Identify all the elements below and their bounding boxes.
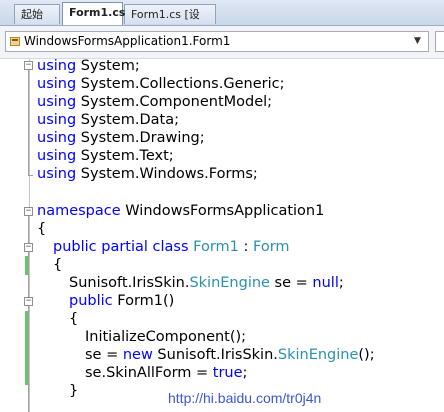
code-line-14: public Form1(): [69, 293, 175, 309]
collapse-icon[interactable]: −: [24, 61, 33, 70]
fold-end: [28, 175, 33, 176]
code-line-3: using System.ComponentModel;: [37, 94, 273, 110]
code-line-13: Sunisoft.IrisSkin.SkinEngine se = null;: [69, 275, 344, 291]
code-line-10: {: [37, 221, 47, 237]
collapse-icon[interactable]: −: [24, 207, 33, 216]
code-line-2: using System.Collections.Generic;: [37, 76, 285, 92]
code-line-18: se.SkinAllForm = true;: [85, 365, 248, 381]
code-line-6: using System.Text;: [37, 148, 174, 164]
code-line-1: using System;: [37, 58, 140, 74]
editor-margin-line: [29, 59, 30, 412]
watermark-url: http://hi.baidu.com/tr0j4n: [168, 390, 322, 406]
code-line-7: using System.Windows.Forms;: [37, 166, 258, 182]
code-line-9: namespace WindowsFormsApplication1: [37, 203, 325, 219]
code-line-12: {: [53, 257, 63, 273]
tab-form1-designer[interactable]: Form1.cs [设计]: [124, 4, 216, 41]
code-line-15: {: [69, 311, 79, 327]
collapse-icon[interactable]: −: [24, 243, 33, 252]
code-line-17: se = new Sunisoft.IrisSkin.SkinEngine();: [85, 347, 375, 363]
navigation-bar: WindowsFormsApplication1.Form1 ▼: [0, 26, 444, 59]
class-icon: [10, 37, 20, 46]
tab-start-page[interactable]: 起始页: [14, 4, 60, 41]
code-line-4: using System.Data;: [37, 112, 179, 128]
document-tab-strip: 起始页 Form1.cs Form1.cs [设计]: [0, 0, 444, 41]
member-dropdown[interactable]: [435, 31, 444, 52]
code-line-11: public partial class Form1 : Form: [53, 239, 290, 255]
code-editor[interactable]: − − − − using System; using System.Colle…: [0, 58, 444, 412]
code-line-19: }: [69, 383, 79, 399]
code-line-16: InitializeComponent();: [85, 329, 247, 345]
tab-form1-cs[interactable]: Form1.cs: [62, 2, 125, 25]
type-dropdown[interactable]: WindowsFormsApplication1.Form1 ▼: [5, 31, 429, 52]
type-dropdown-value: WindowsFormsApplication1.Form1: [24, 34, 231, 48]
code-line-5: using System.Drawing;: [37, 130, 205, 146]
chevron-down-icon[interactable]: ▼: [410, 32, 425, 51]
collapse-icon[interactable]: −: [24, 297, 33, 306]
fold-guide: [28, 70, 29, 175]
